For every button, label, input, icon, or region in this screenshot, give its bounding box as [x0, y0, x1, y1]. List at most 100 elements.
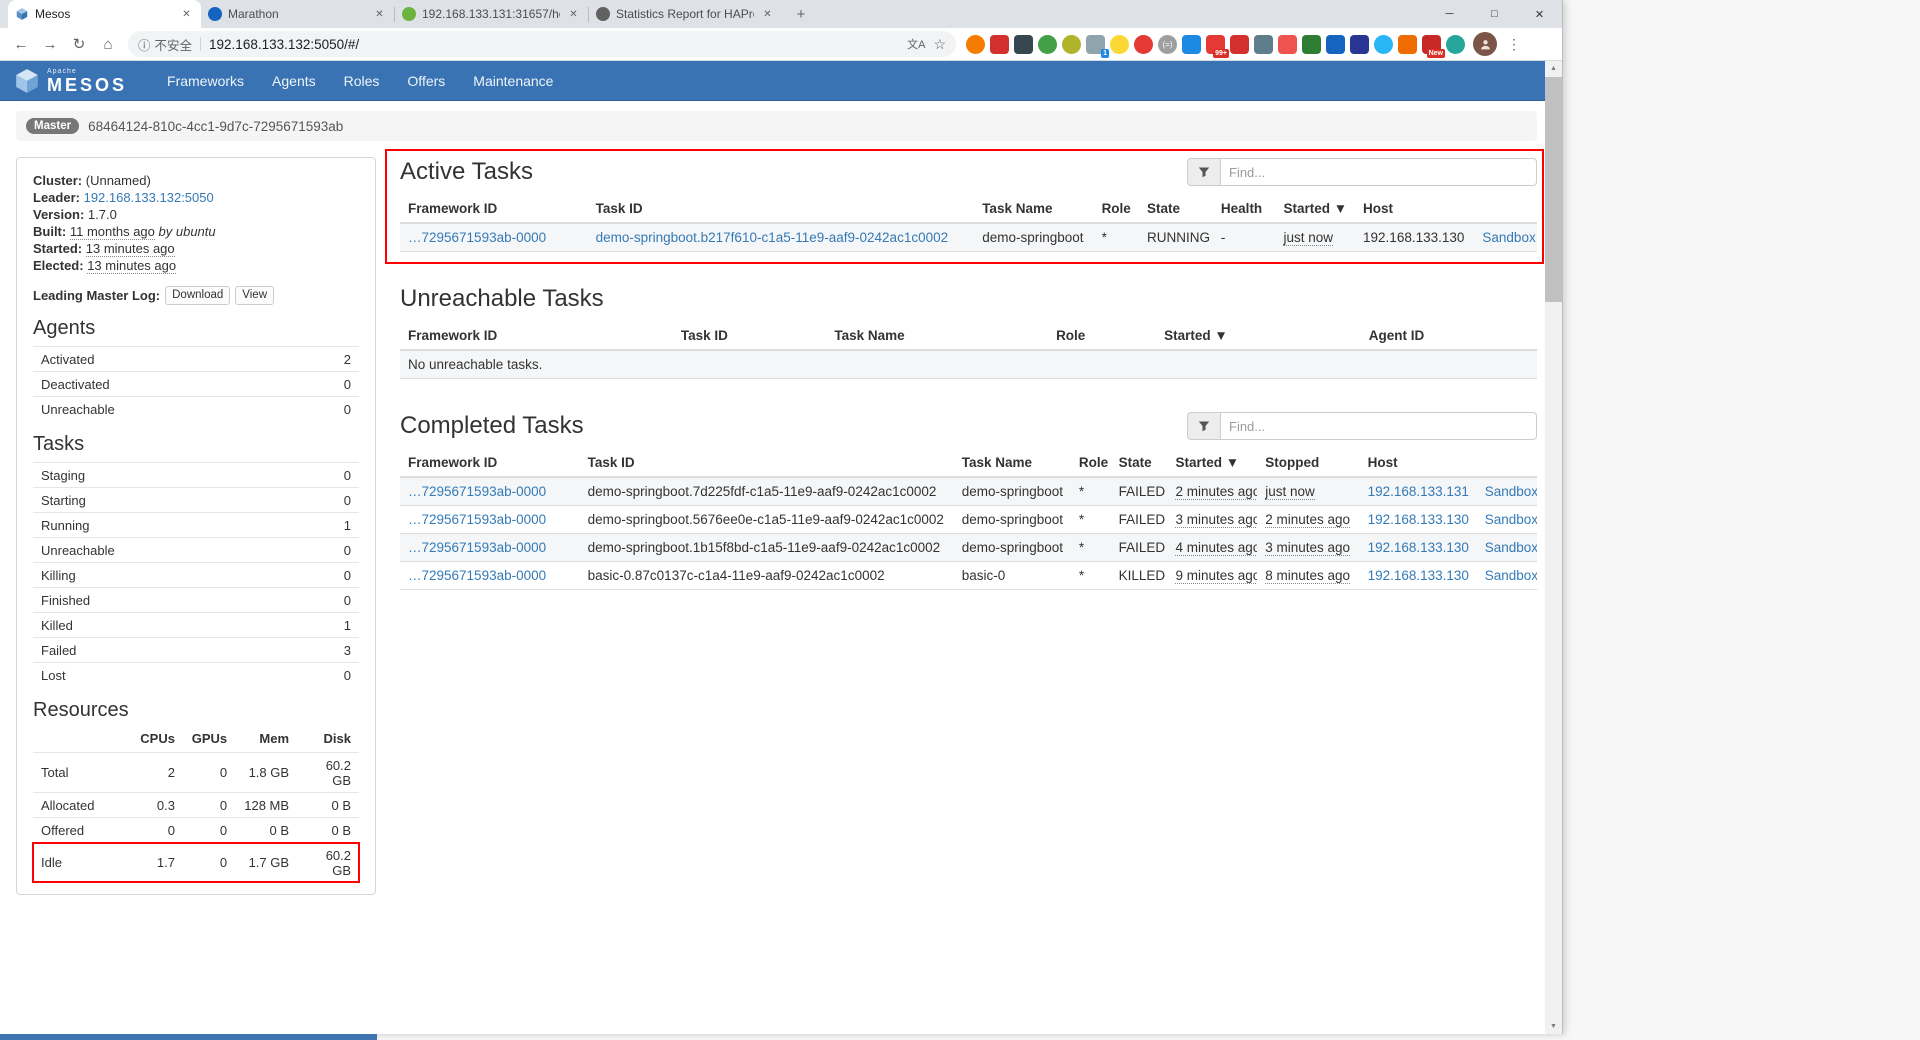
col-state[interactable]: State — [1111, 449, 1168, 477]
col-role[interactable]: Role — [1048, 322, 1156, 350]
extension-icon[interactable] — [1278, 35, 1297, 54]
scroll-up-icon[interactable]: ▲ — [1545, 61, 1562, 76]
extension-icon[interactable] — [1182, 35, 1201, 54]
extension-icon[interactable] — [1302, 35, 1321, 54]
col-framework-id[interactable]: Framework ID — [400, 195, 588, 223]
tab-haproxy[interactable]: Statistics Report for HAProxy ✕ — [589, 0, 782, 28]
nav-item-agents[interactable]: Agents — [258, 61, 330, 101]
host-link[interactable]: 192.168.133.130 — [1368, 540, 1469, 555]
tab-close-icon[interactable]: ✕ — [372, 7, 387, 22]
extension-icon[interactable] — [1254, 35, 1273, 54]
col-task-id[interactable]: Task ID — [580, 449, 954, 477]
framework-id-link[interactable]: …7295671593ab-0000 — [408, 230, 546, 245]
col-framework-id[interactable]: Framework ID — [400, 449, 580, 477]
host-link[interactable]: 192.168.133.130 — [1368, 568, 1469, 583]
extension-icon[interactable] — [1038, 35, 1057, 54]
extension-icon[interactable] — [1110, 35, 1129, 54]
col-task-name[interactable]: Task Name — [826, 322, 1048, 350]
col-role[interactable]: Role — [1094, 195, 1139, 223]
extension-icon[interactable]: 99+ — [1206, 35, 1225, 54]
col-agent-id[interactable]: Agent ID — [1361, 322, 1537, 350]
sandbox-link[interactable]: Sandbox — [1482, 230, 1535, 245]
extension-icon[interactable] — [990, 35, 1009, 54]
sandbox-link[interactable]: Sandbox — [1485, 512, 1537, 527]
framework-id-link[interactable]: …7295671593ab-0000 — [408, 568, 546, 583]
scrollbar-thumb[interactable] — [1545, 77, 1562, 302]
sandbox-link[interactable]: Sandbox — [1485, 568, 1537, 583]
framework-id-link[interactable]: …7295671593ab-0000 — [408, 484, 546, 499]
mesos-brand[interactable]: Apache MESOS — [14, 68, 127, 94]
col-started-sorted[interactable]: Started ▼ — [1167, 449, 1257, 477]
col-started-sorted[interactable]: Started ▼ — [1156, 322, 1361, 350]
filter-button[interactable] — [1187, 412, 1221, 440]
extension-icon[interactable] — [1446, 35, 1465, 54]
extension-icon[interactable] — [1230, 35, 1249, 54]
extension-icon[interactable] — [1062, 35, 1081, 54]
extension-icon[interactable] — [1374, 35, 1393, 54]
tab-spring-hello[interactable]: 192.168.133.131:31657/hello ✕ — [395, 0, 588, 28]
url-text[interactable]: 192.168.133.132:5050/#/ — [209, 37, 907, 52]
framework-id-link[interactable]: …7295671593ab-0000 — [408, 540, 546, 555]
scroll-down-icon[interactable]: ▼ — [1545, 1019, 1562, 1034]
col-started-sorted[interactable]: Started ▼ — [1275, 195, 1355, 223]
bookmark-star-icon[interactable]: ☆ — [933, 36, 946, 53]
task-id-link[interactable]: demo-springboot.b217f610-c1a5-11e9-aaf9-… — [596, 230, 949, 245]
col-framework-id[interactable]: Framework ID — [400, 322, 673, 350]
view-log-button[interactable]: View — [235, 286, 274, 305]
col-role[interactable]: Role — [1071, 449, 1111, 477]
new-tab-button[interactable]: + — [790, 3, 812, 25]
col-sandbox[interactable] — [1474, 195, 1537, 223]
sandbox-link[interactable]: Sandbox — [1485, 540, 1537, 555]
col-host[interactable]: Host — [1360, 449, 1477, 477]
home-button[interactable]: ⌂ — [95, 31, 121, 57]
filter-button[interactable] — [1187, 158, 1221, 186]
tab-mesos[interactable]: Mesos ✕ — [8, 0, 201, 28]
forward-button[interactable]: → — [37, 31, 63, 57]
col-task-name[interactable]: Task Name — [954, 449, 1071, 477]
tab-close-icon[interactable]: ✕ — [566, 7, 581, 22]
nav-item-maintenance[interactable]: Maintenance — [459, 61, 567, 101]
extension-icon[interactable] — [1398, 35, 1417, 54]
col-task-name[interactable]: Task Name — [974, 195, 1093, 223]
nav-item-frameworks[interactable]: Frameworks — [153, 61, 258, 101]
tab-close-icon[interactable]: ✕ — [179, 7, 194, 22]
col-host[interactable]: Host — [1355, 195, 1474, 223]
address-bar[interactable]: ⓘ 不安全 192.168.133.132:5050/#/ 文A ☆ — [128, 31, 956, 57]
extension-icon[interactable]: 1 — [1086, 35, 1105, 54]
extension-icon[interactable]: (=) — [1158, 35, 1177, 54]
download-log-button[interactable]: Download — [165, 286, 230, 305]
extension-icon[interactable]: New — [1422, 35, 1441, 54]
extension-icon[interactable] — [1326, 35, 1345, 54]
vertical-scrollbar[interactable]: ▲ ▼ — [1545, 61, 1562, 1034]
col-state[interactable]: State — [1139, 195, 1213, 223]
profile-avatar[interactable] — [1473, 32, 1497, 56]
window-maximize-button[interactable]: □ — [1472, 0, 1517, 28]
sandbox-link[interactable]: Sandbox — [1485, 484, 1537, 499]
col-stopped[interactable]: Stopped — [1257, 449, 1359, 477]
extension-icon[interactable] — [1134, 35, 1153, 54]
back-button[interactable]: ← — [8, 31, 34, 57]
framework-id-link[interactable]: …7295671593ab-0000 — [408, 512, 546, 527]
leader-link[interactable]: 192.168.133.132:5050 — [84, 190, 214, 205]
extension-icon[interactable] — [1350, 35, 1369, 54]
host-link[interactable]: 192.168.133.131 — [1368, 484, 1469, 499]
tab-marathon[interactable]: Marathon ✕ — [201, 0, 394, 28]
active-tasks-find-input[interactable] — [1221, 158, 1537, 186]
reload-button[interactable]: ↻ — [66, 31, 92, 57]
host-link[interactable]: 192.168.133.130 — [1368, 512, 1469, 527]
col-health[interactable]: Health — [1213, 195, 1276, 223]
nav-item-offers[interactable]: Offers — [393, 61, 459, 101]
window-minimize-button[interactable]: ─ — [1427, 0, 1472, 28]
tab-close-icon[interactable]: ✕ — [760, 7, 775, 22]
extension-icon[interactable] — [966, 35, 985, 54]
completed-tasks-find-input[interactable] — [1221, 412, 1537, 440]
extension-icon[interactable] — [1014, 35, 1033, 54]
translate-icon[interactable]: 文A — [907, 36, 925, 52]
browser-menu-button[interactable]: ⋮ — [1503, 33, 1525, 55]
nav-item-roles[interactable]: Roles — [330, 61, 394, 101]
col-task-id[interactable]: Task ID — [673, 322, 826, 350]
not-secure-chip[interactable]: ⓘ 不安全 — [138, 35, 192, 54]
window-close-button[interactable]: ✕ — [1517, 0, 1562, 28]
col-sandbox[interactable] — [1477, 449, 1537, 477]
col-task-id[interactable]: Task ID — [588, 195, 975, 223]
